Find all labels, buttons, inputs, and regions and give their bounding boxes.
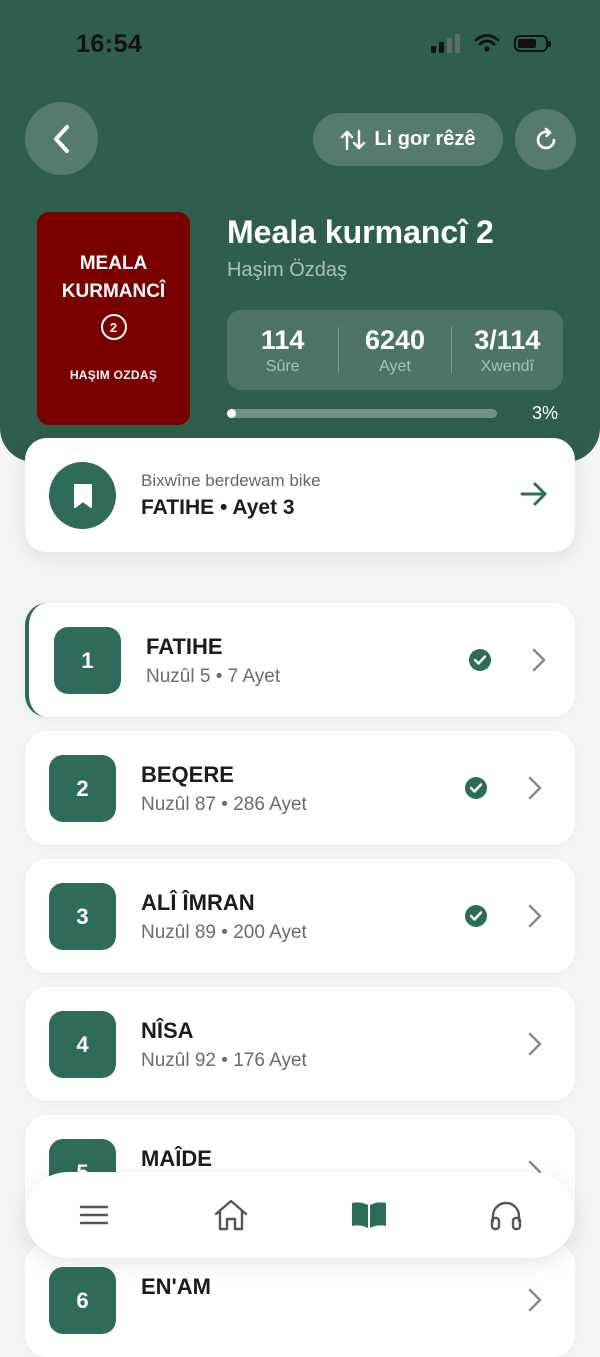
cover-author: HAŞIM OZDAŞ [69, 368, 158, 382]
bookmark-icon [73, 483, 92, 508]
signal-icon [431, 33, 460, 53]
menu-icon [79, 1205, 108, 1225]
book-title: Meala kurmancî 2 [227, 214, 494, 250]
nav-menu[interactable] [64, 1185, 124, 1245]
home-icon [215, 1199, 248, 1231]
stats-panel: 114 Sûre 6240 Ayet 3/114 Xwendî [227, 310, 563, 390]
surah-name: EN'AM [141, 1274, 212, 1299]
stat-verses: 6240 Ayet [364, 324, 426, 375]
nav-audio[interactable] [476, 1185, 536, 1245]
stat-read: 3/114 Xwendî [474, 324, 541, 375]
surah-name: FATIHE [146, 634, 223, 659]
nav-book[interactable] [339, 1185, 399, 1245]
chevron-right-icon [528, 776, 542, 800]
surah-meta: Nuzûl 92 • 176 Ayet [141, 1050, 307, 1071]
continue-value: FATIHE • Ayet 3 [141, 496, 295, 519]
progress-bar [227, 409, 497, 418]
surah-row[interactable]: 2 BEQERE Nuzûl 87 • 286 Ayet [25, 731, 575, 845]
surah-number: 2 [49, 755, 116, 822]
surah-row[interactable]: 1 FATIHE Nuzûl 5 • 7 Ayet [25, 603, 575, 717]
surah-number: 1 [54, 627, 121, 694]
chevron-right-icon [528, 1032, 542, 1056]
status-icons [431, 33, 551, 53]
sort-arrows-icon [341, 129, 366, 150]
arrow-right-icon[interactable] [519, 480, 549, 508]
chevron-right-icon [528, 904, 542, 928]
surah-name: NÎSA [141, 1018, 194, 1043]
nav-home[interactable] [201, 1185, 261, 1245]
progress-fill [227, 409, 236, 418]
book-cover: MEALA KURMANCÎ 2 HAŞIM OZDAŞ [37, 212, 190, 425]
back-button[interactable] [25, 102, 98, 175]
bookmark-badge [49, 462, 116, 529]
surah-name: ALÎ ÎMRAN [141, 890, 255, 915]
refresh-icon [536, 127, 555, 149]
sort-label: Li gor rêzê [374, 128, 476, 150]
surah-row[interactable]: 4 NÎSA Nuzûl 92 • 176 Ayet [25, 987, 575, 1101]
wifi-icon [474, 34, 500, 52]
continue-label: Bixwîne berdewam bike [141, 471, 321, 490]
surah-meta: Nuzûl 87 • 286 Ayet [141, 794, 307, 815]
surah-row[interactable]: 3 ALÎ ÎMRAN Nuzûl 89 • 200 Ayet [25, 859, 575, 973]
progress-text: 3% [532, 403, 559, 423]
bottom-nav [25, 1172, 575, 1258]
check-icon [465, 905, 487, 927]
headphones-icon [491, 1201, 522, 1231]
chevron-right-icon [532, 648, 546, 672]
chevron-right-icon [528, 1288, 542, 1312]
continue-reading-card[interactable]: Bixwîne berdewam bike FATIHE • Ayet 3 [25, 438, 575, 552]
chevron-left-icon [53, 124, 69, 153]
check-icon [469, 649, 491, 671]
cover-title: MEALA KURMANCÎ [61, 253, 166, 302]
sort-button[interactable]: Li gor rêzê [313, 113, 503, 166]
check-icon [465, 777, 487, 799]
battery-icon [514, 34, 551, 52]
status-time: 16:54 [76, 30, 143, 58]
surah-name: MAÎDE [141, 1146, 212, 1171]
surah-row[interactable]: 6 EN'AM [25, 1243, 575, 1357]
book-icon [351, 1202, 386, 1228]
surah-number: 4 [49, 1011, 116, 1078]
surah-meta: Nuzûl 5 • 7 Ayet [146, 666, 281, 687]
surah-meta: Nuzûl 89 • 200 Ayet [141, 922, 307, 943]
header: 16:54 Li gor rêzê MEALA KURMANCÎ 2 HAŞIM… [0, 0, 600, 462]
stat-surahs: 114 Sûre [260, 324, 305, 375]
cover-number: 2 [100, 314, 127, 340]
surah-name: BEQERE [141, 762, 234, 787]
refresh-button[interactable] [515, 109, 576, 170]
book-author: Haşim Özdaş [227, 259, 348, 281]
surah-number: 6 [49, 1267, 116, 1334]
surah-number: 3 [49, 883, 116, 950]
